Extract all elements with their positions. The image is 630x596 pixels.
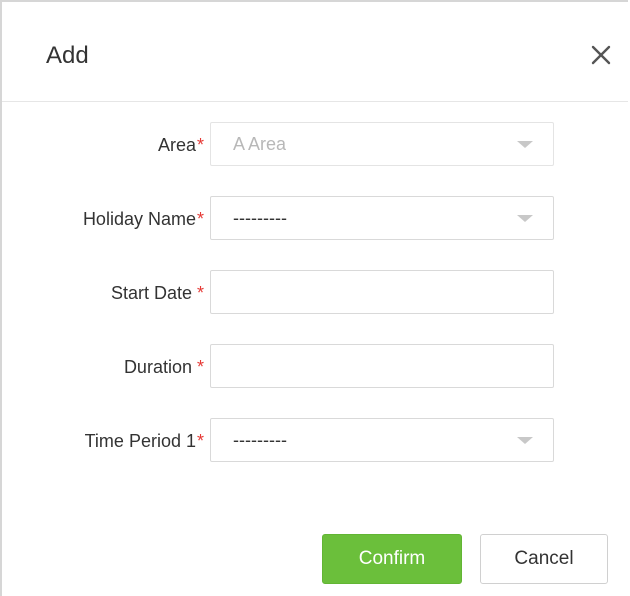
area-select[interactable]: A Area	[210, 122, 554, 166]
duration-input[interactable]	[211, 345, 553, 387]
duration-label: Duration *	[124, 344, 204, 390]
cancel-button[interactable]: Cancel	[480, 534, 608, 584]
chevron-down-icon	[517, 141, 533, 148]
chevron-down-icon	[517, 215, 533, 222]
holiday-name-select[interactable]: ---------	[210, 196, 554, 240]
start-date-label-text: Start Date	[110, 283, 192, 303]
duration-field	[210, 344, 554, 388]
add-holiday-dialog: Add Area* A Area Holiday Name* ---------…	[0, 0, 628, 596]
time-period-1-select-value: ---------	[233, 430, 287, 450]
dialog-header: Add	[2, 2, 628, 102]
confirm-button[interactable]: Confirm	[322, 534, 462, 584]
required-mark: *	[196, 135, 204, 155]
time-period-1-label-text: Time Period 1	[84, 431, 196, 451]
area-select-value: A Area	[233, 134, 287, 154]
duration-label-text: Duration	[123, 357, 192, 377]
close-icon	[591, 45, 611, 65]
start-date-label: Start Date *	[111, 270, 204, 316]
required-mark: *	[196, 357, 204, 377]
time-period-1-row: Time Period 1* ---------	[2, 418, 628, 464]
start-date-row: Start Date *	[2, 270, 628, 316]
area-row: Area* A Area	[2, 122, 628, 168]
holiday-name-select-value: ---------	[233, 208, 287, 228]
area-label-text: Area	[157, 135, 196, 155]
close-button[interactable]	[587, 40, 615, 70]
start-date-input[interactable]	[211, 271, 553, 313]
start-date-field	[210, 270, 554, 314]
duration-row: Duration *	[2, 344, 628, 390]
time-period-1-select[interactable]: ---------	[210, 418, 554, 462]
dialog-title: Add	[46, 42, 89, 69]
area-label: Area*	[158, 122, 204, 168]
time-period-1-label: Time Period 1*	[85, 418, 204, 464]
chevron-down-icon	[517, 437, 533, 444]
holiday-name-label: Holiday Name*	[83, 196, 204, 242]
required-mark: *	[196, 431, 204, 451]
required-mark: *	[196, 283, 204, 303]
holiday-name-row: Holiday Name* ---------	[2, 196, 628, 242]
required-mark: *	[196, 209, 204, 229]
holiday-name-label-text: Holiday Name	[82, 209, 196, 229]
